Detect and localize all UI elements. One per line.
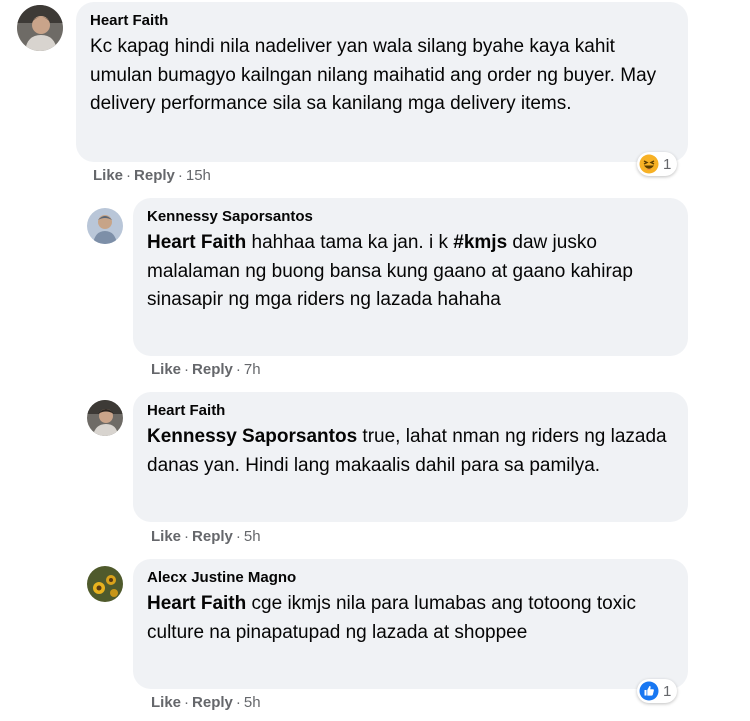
like-reaction-icon: [639, 681, 659, 701]
avatar[interactable]: [87, 208, 123, 244]
avatar-photo-icon: [87, 208, 123, 244]
mention-link[interactable]: Kennessy Saporsantos: [147, 426, 357, 447]
comment-text: Kennessy Saporsantos true, lahat nman ng…: [147, 423, 674, 480]
comment-text-part: hahhaa tama ka jan. i k: [246, 232, 454, 253]
avatar[interactable]: [87, 400, 123, 436]
comment-bubble: Alecx Justine Magno Heart Faith cge ikmj…: [133, 559, 688, 689]
separator-dot: ·: [184, 528, 190, 545]
haha-reaction-icon: [639, 154, 659, 174]
avatar-photo-icon: [17, 5, 63, 51]
separator-dot: ·: [235, 361, 241, 378]
mention-link[interactable]: Heart Faith: [147, 232, 246, 253]
separator-dot: ·: [235, 528, 241, 545]
comment-author[interactable]: Heart Faith: [90, 12, 674, 29]
reply-link[interactable]: Reply: [192, 528, 233, 545]
comment-bubble: Kennessy Saporsantos Heart Faith hahhaa …: [133, 198, 688, 356]
separator-dot: ·: [126, 167, 132, 184]
comment-text: Kc kapag hindi nila nadeliver yan wala s…: [90, 36, 657, 114]
comment-time[interactable]: 5h: [244, 528, 261, 545]
comment-time[interactable]: 5h: [244, 694, 261, 711]
reaction-count: 1: [663, 155, 672, 173]
comment-author[interactable]: Kennessy Saporsantos: [147, 208, 674, 225]
comment-actions: Like · Reply · 5h: [151, 694, 261, 711]
comment-author[interactable]: Heart Faith: [147, 402, 674, 419]
like-link[interactable]: Like: [151, 528, 181, 545]
reply-link[interactable]: Reply: [134, 167, 175, 184]
separator-dot: ·: [177, 167, 183, 184]
separator-dot: ·: [184, 361, 190, 378]
comment-bubble: Heart Faith Kennessy Saporsantos true, l…: [133, 392, 688, 522]
mention-link[interactable]: Heart Faith: [147, 593, 246, 614]
like-link[interactable]: Like: [151, 361, 181, 378]
avatar-photo-icon: [87, 400, 123, 436]
reply-link[interactable]: Reply: [192, 694, 233, 711]
like-link[interactable]: Like: [93, 167, 123, 184]
separator-dot: ·: [184, 694, 190, 711]
comment-actions: Like · Reply · 7h: [151, 361, 261, 378]
reply-link[interactable]: Reply: [192, 361, 233, 378]
like-link[interactable]: Like: [151, 694, 181, 711]
comment-text: Heart Faith hahhaa tama ka jan. i k #kmj…: [147, 229, 674, 315]
avatar[interactable]: [17, 5, 63, 51]
comment-bubble: Heart Faith Kc kapag hindi nila nadelive…: [76, 2, 688, 162]
avatar[interactable]: [87, 566, 123, 602]
hashtag-link[interactable]: #kmjs: [453, 232, 507, 253]
comment-text: Heart Faith cge ikmjs nila para lumabas …: [147, 590, 674, 647]
reaction-badge[interactable]: 1: [637, 679, 678, 703]
comment-time[interactable]: 7h: [244, 361, 261, 378]
comment-actions: Like · Reply · 5h: [151, 528, 261, 545]
separator-dot: ·: [235, 694, 241, 711]
comment-actions: Like · Reply · 15h: [93, 167, 211, 184]
reaction-badge[interactable]: 1: [637, 152, 678, 176]
avatar-photo-icon: [87, 566, 123, 602]
comment-time[interactable]: 15h: [186, 167, 211, 184]
reaction-count: 1: [663, 682, 672, 700]
comment-author[interactable]: Alecx Justine Magno: [147, 569, 674, 586]
